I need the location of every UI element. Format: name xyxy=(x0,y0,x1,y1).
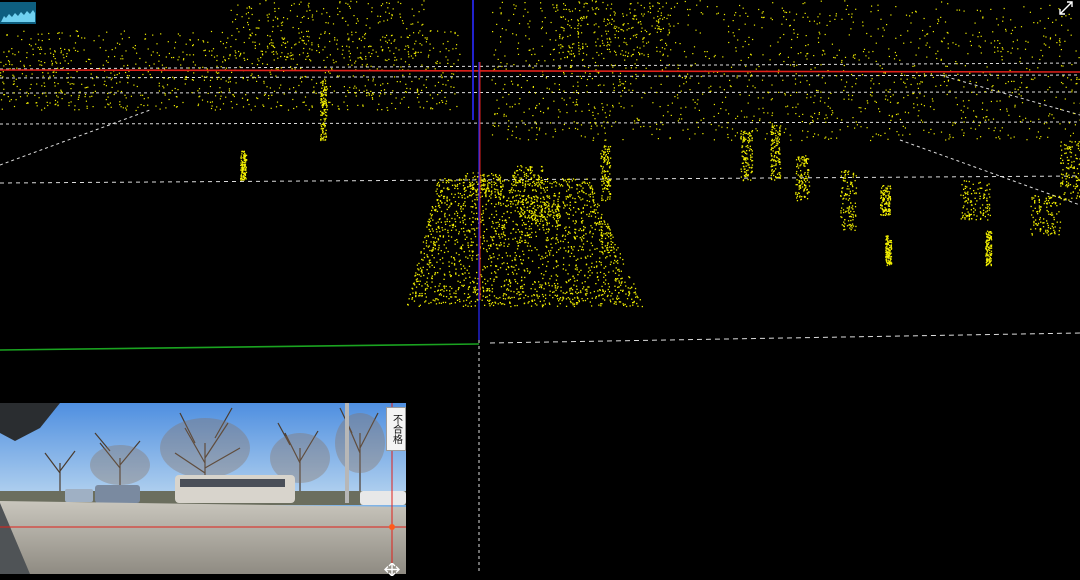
road-barrier xyxy=(0,501,406,574)
camera-preview[interactable] xyxy=(0,403,406,574)
axis-lines xyxy=(0,0,1080,350)
status-badge[interactable]: 不合格 xyxy=(386,407,406,451)
move-arrows-icon[interactable] xyxy=(383,561,401,574)
point-density-minimap-icon[interactable] xyxy=(0,2,36,24)
expand-arrows-icon[interactable] xyxy=(1058,0,1074,16)
point-cloud xyxy=(0,0,1080,307)
marker-point xyxy=(389,524,395,530)
light-pole xyxy=(345,403,349,503)
y-axis-line xyxy=(0,344,479,350)
